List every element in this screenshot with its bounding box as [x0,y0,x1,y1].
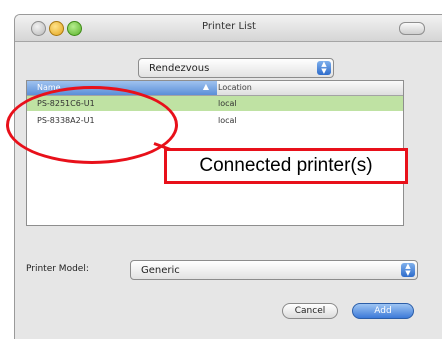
source-popup-value: Rendezvous [149,63,210,74]
title-bar: Printer List [15,15,442,42]
annotation-callout: Connected printer(s) [164,148,408,184]
popup-arrows-icon: ▲ ▼ [401,263,415,277]
column-header-location[interactable]: Location [218,83,252,92]
source-popup[interactable]: Rendezvous ▲ ▼ [138,58,334,78]
printer-location: local [218,99,237,108]
sort-arrow-icon: ▲ [202,82,209,91]
printer-model-label: Printer Model: [26,264,89,274]
annotation-ellipse [6,86,178,164]
printer-model-value: Generic [141,265,180,276]
add-button[interactable]: Add [352,303,414,319]
printer-location: local [218,116,237,125]
printer-model-popup[interactable]: Generic ▲ ▼ [130,260,418,280]
toolbar-toggle-icon[interactable] [399,22,425,35]
popup-arrows-icon: ▲ ▼ [317,61,331,75]
cancel-button[interactable]: Cancel [282,303,338,319]
window-title: Printer List [202,21,256,32]
